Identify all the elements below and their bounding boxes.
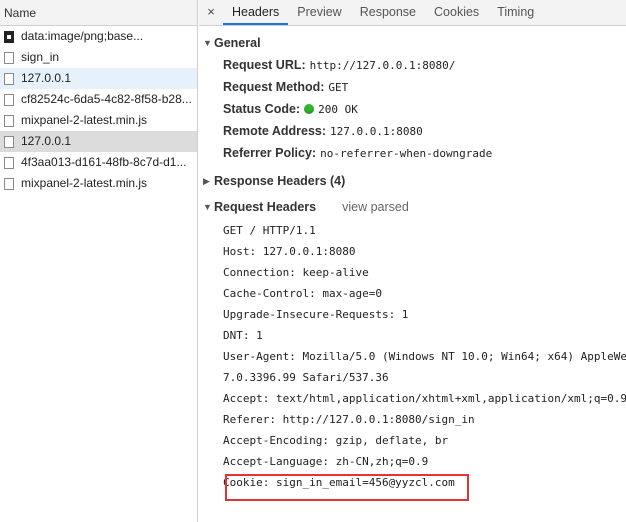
request-header-line: Cache-Control: max-age=0 xyxy=(223,287,382,300)
request-list-item[interactable]: 4f3aa013-d161-48fb-8c7d-d1... xyxy=(0,152,197,173)
view-parsed-link[interactable]: view parsed xyxy=(342,196,409,218)
tab-preview[interactable]: Preview xyxy=(288,0,350,25)
referrer-policy-value: no-referrer-when-downgrade xyxy=(320,147,493,160)
tab-response[interactable]: Response xyxy=(351,0,425,25)
request-name: 4f3aa013-d161-48fb-8c7d-d1... xyxy=(21,155,187,169)
response-headers-title: Response Headers (4) xyxy=(214,174,346,188)
request-list-item[interactable]: 127.0.0.1 xyxy=(0,68,197,89)
request-name: 127.0.0.1 xyxy=(21,71,72,85)
request-header-line: Accept-Encoding: gzip, deflate, br xyxy=(223,434,449,447)
response-headers-section-toggle[interactable]: ▶ Response Headers (4) xyxy=(199,170,626,192)
request-header-line: Connection: keep-alive xyxy=(223,266,369,279)
tab-headers[interactable]: Headers xyxy=(223,0,289,25)
request-list-item[interactable]: mixpanel-2-latest.min.js xyxy=(0,173,197,194)
request-method-value: GET xyxy=(328,81,349,94)
request-name: 127.0.0.1 xyxy=(21,134,72,148)
request-list-item[interactable]: mixpanel-2-latest.min.js xyxy=(0,110,197,131)
status-code-label: Status Code: xyxy=(223,102,301,116)
status-code-row: Status Code: 200 OK xyxy=(199,98,626,120)
request-name: mixpanel-2-latest.min.js xyxy=(21,113,148,127)
image-file-icon xyxy=(4,30,14,43)
request-header-line: Accept: text/html,application/xhtml+xml,… xyxy=(223,392,626,405)
request-list-item[interactable]: 127.0.0.1 xyxy=(0,131,197,152)
document-icon xyxy=(4,72,14,85)
close-icon[interactable]: × xyxy=(199,0,223,25)
request-list-item[interactable]: cf82524c-6da5-4c82-8f58-b28... xyxy=(0,89,197,110)
status-ok-icon xyxy=(304,104,315,114)
request-header-line: DNT: 1 xyxy=(223,329,263,342)
general-section-toggle[interactable]: ▼ General xyxy=(199,32,626,54)
request-details-panel: × Headers Preview Response Cookies Timin… xyxy=(199,0,626,522)
request-header-line: Host: 127.0.0.1:8080 xyxy=(223,245,356,258)
details-tab-bar: × Headers Preview Response Cookies Timin… xyxy=(199,0,626,26)
document-icon xyxy=(4,156,14,169)
request-method-label: Request Method: xyxy=(223,80,325,94)
request-name: data:image/png;base... xyxy=(21,29,144,43)
request-header-line: Upgrade-Insecure-Requests: 1 xyxy=(223,308,409,321)
document-icon xyxy=(4,51,14,64)
tab-cookies[interactable]: Cookies xyxy=(425,0,488,25)
request-header-line: Referer: http://127.0.0.1:8080/sign_in xyxy=(223,413,475,426)
request-headers-section-toggle[interactable]: ▼ Request Headers view parsed xyxy=(199,196,626,218)
general-section-title: General xyxy=(214,36,261,50)
request-list-item[interactable]: data:image/png;base... xyxy=(0,26,197,47)
request-header-line: 7.0.3396.99 Safari/537.36 xyxy=(223,371,389,384)
triangle-right-icon: ▶ xyxy=(203,176,210,186)
document-icon xyxy=(4,114,14,127)
document-icon xyxy=(4,135,14,148)
request-header-line: Accept-Language: zh-CN,zh;q=0.9 xyxy=(223,455,429,468)
referrer-policy-label: Referrer Policy: xyxy=(223,146,317,160)
triangle-down-icon: ▼ xyxy=(203,38,212,48)
request-list-item[interactable]: sign_in xyxy=(0,47,197,68)
request-header-line: GET / HTTP/1.1 xyxy=(223,224,316,237)
request-url-row: Request URL: http://127.0.0.1:8080/ xyxy=(199,54,626,76)
request-list-panel: Name data:image/png;base... sign_in 127.0.… xyxy=(0,0,198,522)
document-icon xyxy=(4,93,14,106)
request-header-line: User-Agent: Mozilla/5.0 (Windows NT 10.0… xyxy=(223,350,626,363)
request-name: cf82524c-6da5-4c82-8f58-b28... xyxy=(21,92,192,106)
referrer-policy-row: Referrer Policy: no-referrer-when-downgra… xyxy=(199,142,626,164)
request-name: mixpanel-2-latest.min.js xyxy=(21,176,148,190)
request-headers-title: Request Headers xyxy=(214,200,317,214)
request-url-label: Request URL: xyxy=(223,58,306,72)
remote-address-label: Remote Address: xyxy=(223,124,327,138)
cookie-highlight-box xyxy=(225,474,469,501)
request-list: data:image/png;base... sign_in 127.0.0.1 cf… xyxy=(0,26,197,194)
tab-timing[interactable]: Timing xyxy=(488,0,543,25)
status-code-value: 200 OK xyxy=(318,103,358,116)
remote-address-value: 127.0.0.1:8080 xyxy=(330,125,423,138)
remote-address-row: Remote Address: 127.0.0.1:8080 xyxy=(199,120,626,142)
name-column-header[interactable]: Name xyxy=(0,0,197,26)
triangle-down-icon: ▼ xyxy=(203,202,212,212)
raw-request-headers: GET / HTTP/1.1 Host: 127.0.0.1:8080 Connec… xyxy=(199,220,626,493)
headers-content: ▼ General Request URL: http://127.0.0.1:8… xyxy=(199,26,626,493)
document-icon xyxy=(4,177,14,190)
request-method-row: Request Method: GET xyxy=(199,76,626,98)
request-name: sign_in xyxy=(21,50,60,64)
request-url-value: http://127.0.0.1:8080/ xyxy=(309,59,456,72)
